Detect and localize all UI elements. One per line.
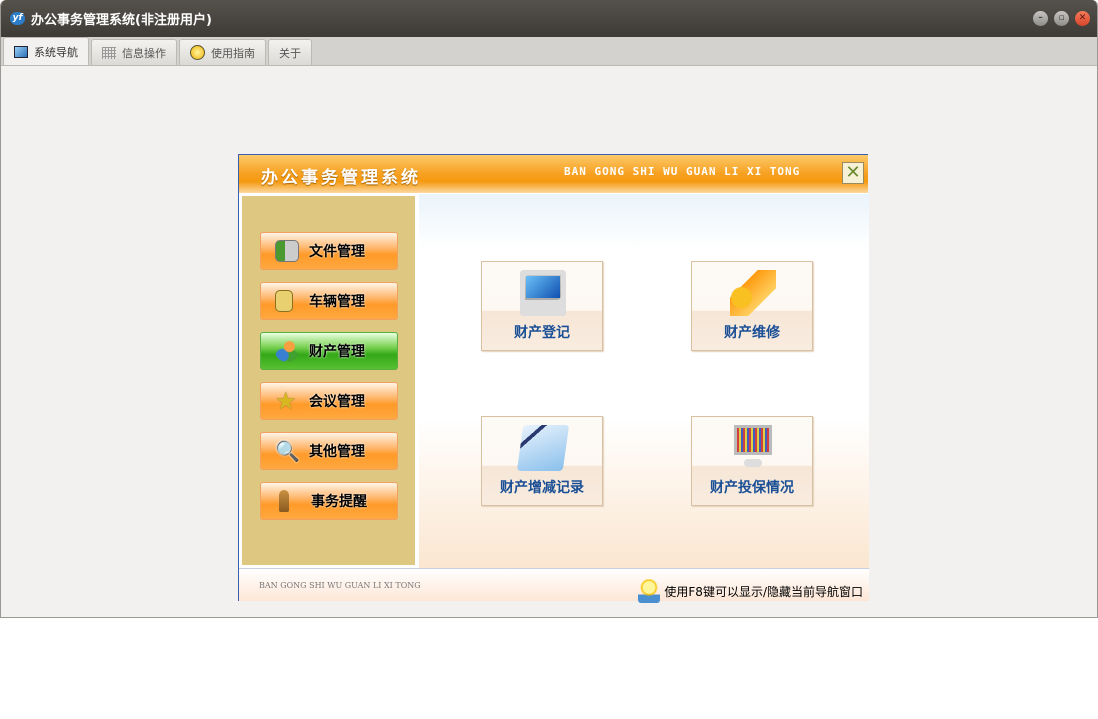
- document-icon: [275, 290, 293, 312]
- tab-about[interactable]: 关于: [268, 39, 312, 65]
- dialog-footer: BAN GONG SHI WU GUAN LI XI TONG 使用F8键可以显…: [239, 568, 869, 603]
- nav-sidebar: 文件管理 车辆管理 财产管理 ★ 会议管理 🔍 其他管理 事务提醒: [241, 195, 416, 566]
- nav-other-management[interactable]: 🔍 其他管理: [260, 432, 398, 470]
- users-icon: [275, 340, 299, 362]
- star-icon: ★: [275, 387, 297, 415]
- navigation-dialog: 办公事务管理系统 BAN GONG SHI WU GUAN LI XI TONG…: [238, 154, 869, 603]
- window-title: 办公事务管理系统(非注册用户): [31, 13, 212, 28]
- minimize-button[interactable]: –: [1033, 11, 1048, 26]
- card-property-change-log[interactable]: 财产增减记录: [481, 416, 603, 506]
- tab-info-ops[interactable]: 信息操作: [91, 39, 177, 65]
- app-logo-icon: yf: [10, 12, 25, 25]
- help-icon: [190, 45, 205, 60]
- nav-property-management[interactable]: 财产管理: [260, 332, 398, 370]
- footer-pinyin: BAN GONG SHI WU GUAN LI XI TONG: [259, 581, 421, 590]
- nav-file-management[interactable]: 文件管理: [260, 232, 398, 270]
- card-property-register[interactable]: 财产登记: [481, 261, 603, 351]
- tab-system-nav[interactable]: 系统导航: [3, 37, 89, 65]
- nav-reminders[interactable]: 事务提醒: [260, 482, 398, 520]
- tab-bar: 系统导航 信息操作 使用指南 关于: [1, 37, 1097, 66]
- monitor-icon: [14, 45, 28, 58]
- tab-guide[interactable]: 使用指南: [179, 39, 266, 65]
- coins-laptop-icon: [730, 270, 776, 316]
- monitor-chart-icon: [730, 425, 776, 471]
- card-property-insurance[interactable]: 财产投保情况: [691, 416, 813, 506]
- lightbulb-icon: [638, 579, 661, 603]
- nav-vehicle-management[interactable]: 车辆管理: [260, 282, 398, 320]
- computer-edit-icon: [520, 270, 566, 316]
- card-property-repair[interactable]: 财产维修: [691, 261, 813, 351]
- grid-icon: [102, 46, 116, 59]
- footer-tip: 使用F8键可以显示/隐藏当前导航窗口: [664, 584, 863, 599]
- notepad-pen-icon: [516, 425, 570, 471]
- dialog-title: 办公事务管理系统: [261, 168, 421, 188]
- maximize-button[interactable]: ▫: [1054, 11, 1069, 26]
- nav-meeting-management[interactable]: ★ 会议管理: [260, 382, 398, 420]
- contact-card-icon: [275, 240, 299, 262]
- close-button[interactable]: ✕: [1075, 11, 1090, 26]
- dialog-close-button[interactable]: ✕: [842, 162, 864, 184]
- person-icon: [279, 490, 289, 512]
- magnifier-icon: 🔍: [275, 439, 300, 463]
- title-bar: yf 办公事务管理系统(非注册用户) – ▫ ✕: [1, 0, 1097, 37]
- content-panel: 财产登记 财产维修 财产增减记录 财产投保情况: [419, 194, 869, 568]
- dialog-pinyin: BAN GONG SHI WU GUAN LI XI TONG: [564, 165, 801, 178]
- dialog-header: 办公事务管理系统 BAN GONG SHI WU GUAN LI XI TONG…: [239, 155, 868, 193]
